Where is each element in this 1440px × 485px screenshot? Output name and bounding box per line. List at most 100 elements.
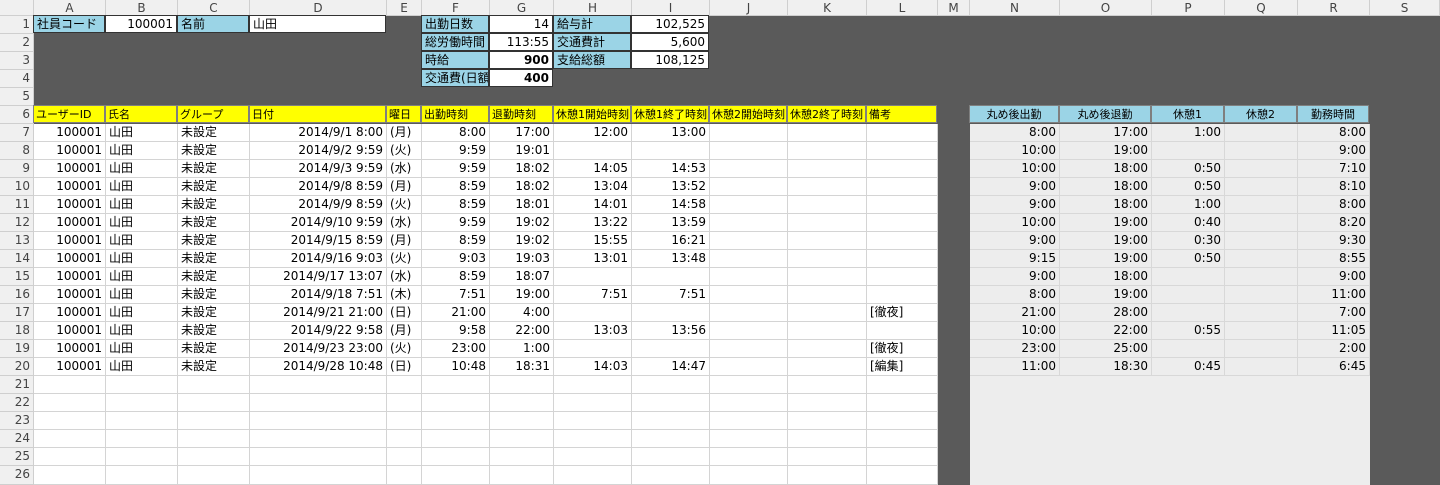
table-header-cell[interactable]: 退勤時刻	[489, 105, 553, 123]
rounded-cell[interactable]: 21:00	[970, 304, 1060, 322]
table-cell[interactable]	[867, 214, 938, 232]
table-cell[interactable]: 13:59	[632, 214, 710, 232]
cell[interactable]	[554, 448, 632, 466]
cell[interactable]	[178, 376, 250, 394]
table-cell[interactable]: 23:00	[422, 340, 490, 358]
table-cell[interactable]: 7:51	[422, 286, 490, 304]
column-header-D[interactable]: D	[250, 0, 387, 16]
table-cell[interactable]	[788, 304, 867, 322]
cell[interactable]	[387, 412, 422, 430]
column-header-G[interactable]: G	[490, 0, 554, 16]
table-cell[interactable]: 14:03	[554, 358, 632, 376]
cell[interactable]	[106, 394, 178, 412]
cell[interactable]	[554, 430, 632, 448]
table-cell[interactable]: 未設定	[178, 232, 250, 250]
table-cell[interactable]: 山田	[106, 142, 178, 160]
table-cell[interactable]: (日)	[387, 304, 422, 322]
table-cell[interactable]: 7:51	[632, 286, 710, 304]
table-cell[interactable]: 未設定	[178, 358, 250, 376]
column-header-L[interactable]: L	[867, 0, 938, 16]
table-header-cell[interactable]: 休憩2終了時刻	[787, 105, 866, 123]
cell[interactable]	[788, 412, 867, 430]
summary-total-value[interactable]: 108,125	[631, 51, 709, 69]
table-cell[interactable]: (木)	[387, 286, 422, 304]
rounded-header-cell[interactable]: 丸め後退勤	[1059, 105, 1151, 123]
table-cell[interactable]: 16:21	[632, 232, 710, 250]
table-cell[interactable]: 18:07	[490, 268, 554, 286]
rounded-cell[interactable]: 18:00	[1060, 196, 1152, 214]
cell[interactable]	[178, 412, 250, 430]
cell[interactable]	[710, 376, 788, 394]
table-cell[interactable]: 12:00	[554, 124, 632, 142]
table-cell[interactable]: [編集]	[867, 358, 938, 376]
rounded-cell[interactable]	[1225, 160, 1298, 178]
table-cell[interactable]: 100001	[34, 250, 106, 268]
rounded-cell[interactable]	[1225, 250, 1298, 268]
table-cell[interactable]	[710, 358, 788, 376]
cell[interactable]	[490, 448, 554, 466]
cell[interactable]	[387, 376, 422, 394]
table-cell[interactable]	[788, 142, 867, 160]
cell[interactable]	[867, 394, 938, 412]
table-cell[interactable]: 8:59	[422, 196, 490, 214]
rounded-cell[interactable]	[1152, 304, 1225, 322]
column-header-I[interactable]: I	[632, 0, 710, 16]
row-header-7[interactable]: 7	[0, 124, 34, 142]
cell[interactable]	[422, 430, 490, 448]
cell[interactable]	[788, 394, 867, 412]
rounded-cell[interactable]: 1:00	[1152, 124, 1225, 142]
table-cell[interactable]	[710, 268, 788, 286]
table-cell[interactable]: 9:59	[422, 214, 490, 232]
rounded-cell[interactable]: 19:00	[1060, 286, 1152, 304]
column-header-S[interactable]: S	[1370, 0, 1440, 16]
table-cell[interactable]	[867, 178, 938, 196]
cell[interactable]	[387, 448, 422, 466]
column-header-R[interactable]: R	[1298, 0, 1370, 16]
table-cell[interactable]: 19:03	[490, 250, 554, 268]
rounded-cell[interactable]: 0:45	[1152, 358, 1225, 376]
table-cell[interactable]: (火)	[387, 340, 422, 358]
rounded-cell[interactable]: 0:55	[1152, 322, 1225, 340]
table-cell[interactable]: 1:00	[490, 340, 554, 358]
rounded-cell[interactable]: 17:00	[1060, 124, 1152, 142]
rounded-cell[interactable]: 28:00	[1060, 304, 1152, 322]
table-cell[interactable]	[710, 232, 788, 250]
cell[interactable]	[178, 466, 250, 485]
table-cell[interactable]	[867, 322, 938, 340]
rounded-cell[interactable]	[1225, 286, 1298, 304]
column-header-E[interactable]: E	[387, 0, 422, 16]
employee-name-value[interactable]: 山田	[249, 15, 386, 33]
cell[interactable]	[250, 430, 387, 448]
rounded-cell[interactable]: 0:50	[1152, 178, 1225, 196]
rounded-cell[interactable]: 19:00	[1060, 142, 1152, 160]
table-cell[interactable]: 19:00	[490, 286, 554, 304]
table-cell[interactable]: 2014/9/3 9:59	[250, 160, 387, 178]
row-header-23[interactable]: 23	[0, 412, 34, 430]
table-cell[interactable]: 14:58	[632, 196, 710, 214]
table-cell[interactable]: (火)	[387, 250, 422, 268]
table-header-cell[interactable]: 曜日	[386, 105, 421, 123]
cell[interactable]	[867, 448, 938, 466]
table-cell[interactable]: 2014/9/15 8:59	[250, 232, 387, 250]
table-cell[interactable]: (月)	[387, 178, 422, 196]
cell[interactable]	[554, 412, 632, 430]
rounded-cell[interactable]: 0:40	[1152, 214, 1225, 232]
row-header-5[interactable]: 5	[0, 88, 34, 106]
table-cell[interactable]	[867, 124, 938, 142]
table-cell[interactable]: 100001	[34, 232, 106, 250]
table-header-cell[interactable]: 日付	[249, 105, 386, 123]
rounded-cell[interactable]: 9:00	[970, 178, 1060, 196]
table-cell[interactable]	[710, 124, 788, 142]
column-header-J[interactable]: J	[710, 0, 788, 16]
table-cell[interactable]: 100001	[34, 340, 106, 358]
table-cell[interactable]: 山田	[106, 232, 178, 250]
cell[interactable]	[106, 376, 178, 394]
table-cell[interactable]: 19:02	[490, 232, 554, 250]
rounded-cell[interactable]	[1225, 142, 1298, 160]
table-cell[interactable]: (月)	[387, 232, 422, 250]
row-header-24[interactable]: 24	[0, 430, 34, 448]
table-cell[interactable]: 13:03	[554, 322, 632, 340]
column-header-B[interactable]: B	[106, 0, 178, 16]
table-cell[interactable]	[867, 142, 938, 160]
table-cell[interactable]: 17:00	[490, 124, 554, 142]
